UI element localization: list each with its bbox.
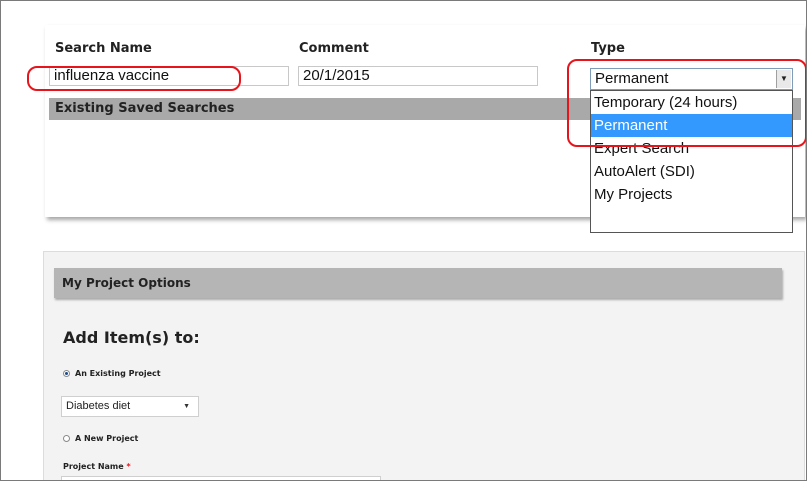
type-option-my-projects[interactable]: My Projects <box>591 183 792 206</box>
new-project-radio[interactable] <box>63 435 70 442</box>
existing-project-label: An Existing Project <box>75 369 161 378</box>
required-asterisk: * <box>126 462 131 471</box>
chevron-down-icon: ▼ <box>183 403 190 410</box>
existing-project-option[interactable]: An Existing Project <box>63 369 161 378</box>
project-name-label: Project Name * <box>63 462 131 471</box>
existing-project-radio[interactable] <box>63 370 70 377</box>
add-items-title: Add Item(s) to: <box>63 328 200 347</box>
screenshot-frame: Search Name Comment Type influenza vacci… <box>0 0 807 481</box>
type-option-autoalert[interactable]: AutoAlert (SDI) <box>591 160 792 183</box>
type-header: Type <box>591 41 625 56</box>
project-select-value: Diabetes diet <box>66 400 131 412</box>
search-name-annotation-outline <box>27 66 241 91</box>
search-name-header: Search Name <box>55 41 152 56</box>
type-annotation-outline <box>567 59 806 147</box>
project-select[interactable]: Diabetes diet ▼ <box>61 396 199 417</box>
project-name-label-text: Project Name <box>63 462 124 471</box>
comment-input[interactable]: 20/1/2015 <box>298 66 538 86</box>
project-options-panel: My Project Options Add Item(s) to: An Ex… <box>43 251 805 480</box>
comment-header: Comment <box>299 41 369 56</box>
new-project-option[interactable]: A New Project <box>63 434 138 443</box>
new-project-label: A New Project <box>75 434 139 443</box>
project-options-header: My Project Options <box>54 268 782 298</box>
project-name-input[interactable] <box>61 476 381 480</box>
